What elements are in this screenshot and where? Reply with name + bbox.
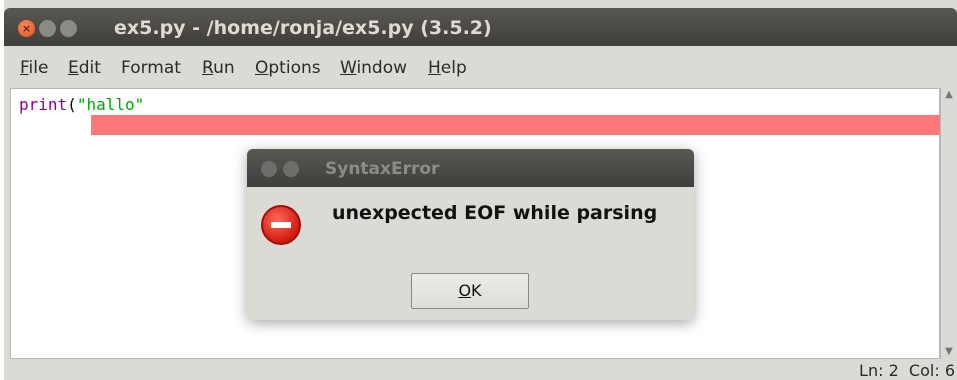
error-highlight	[91, 115, 940, 135]
status-bar: Ln: 2 Col: 6	[4, 359, 957, 380]
menu-window[interactable]: Window	[340, 58, 407, 78]
menu-edit[interactable]: Edit	[68, 58, 101, 78]
title-bar[interactable]: × ex5.py - /home/ronja/ex5.py (3.5.2)	[4, 8, 957, 46]
close-icon: ×	[21, 22, 32, 35]
menu-run[interactable]: Run	[202, 58, 235, 78]
maximize-window-button[interactable]	[60, 20, 77, 37]
menu-bar: File Edit Format Run Options Window Help	[4, 46, 957, 88]
ok-button[interactable]: OK	[411, 273, 529, 309]
code-string: "hallo"	[76, 95, 145, 114]
dialog-title: SyntaxError	[325, 159, 440, 179]
scroll-down-icon[interactable]: ▼	[944, 347, 954, 357]
dialog-message: unexpected EOF while parsing	[332, 202, 658, 224]
menu-options[interactable]: Options	[255, 58, 321, 78]
close-window-button[interactable]: ×	[18, 20, 35, 37]
scroll-up-icon[interactable]: ▲	[944, 90, 954, 100]
code-paren: (	[67, 95, 77, 114]
menu-format[interactable]: Format	[121, 58, 181, 78]
menu-file[interactable]: File	[20, 58, 48, 78]
error-stop-icon	[261, 205, 301, 245]
dialog-close-button[interactable]	[261, 161, 277, 177]
menu-help[interactable]: Help	[428, 58, 467, 78]
code-keyword: print	[19, 95, 68, 114]
syntax-error-dialog: SyntaxError unexpected EOF while parsing…	[247, 149, 694, 320]
dialog-minimize-button[interactable]	[283, 161, 299, 177]
window-title: ex5.py - /home/ronja/ex5.py (3.5.2)	[114, 17, 492, 39]
minimize-window-button[interactable]	[39, 20, 56, 37]
dialog-title-bar[interactable]: SyntaxError	[247, 149, 694, 187]
code-line-1: print("hallo"	[19, 95, 144, 114]
cursor-position: Ln: 2 Col: 6	[859, 361, 955, 380]
vertical-scrollbar[interactable]: ▲ ▼	[940, 88, 957, 359]
